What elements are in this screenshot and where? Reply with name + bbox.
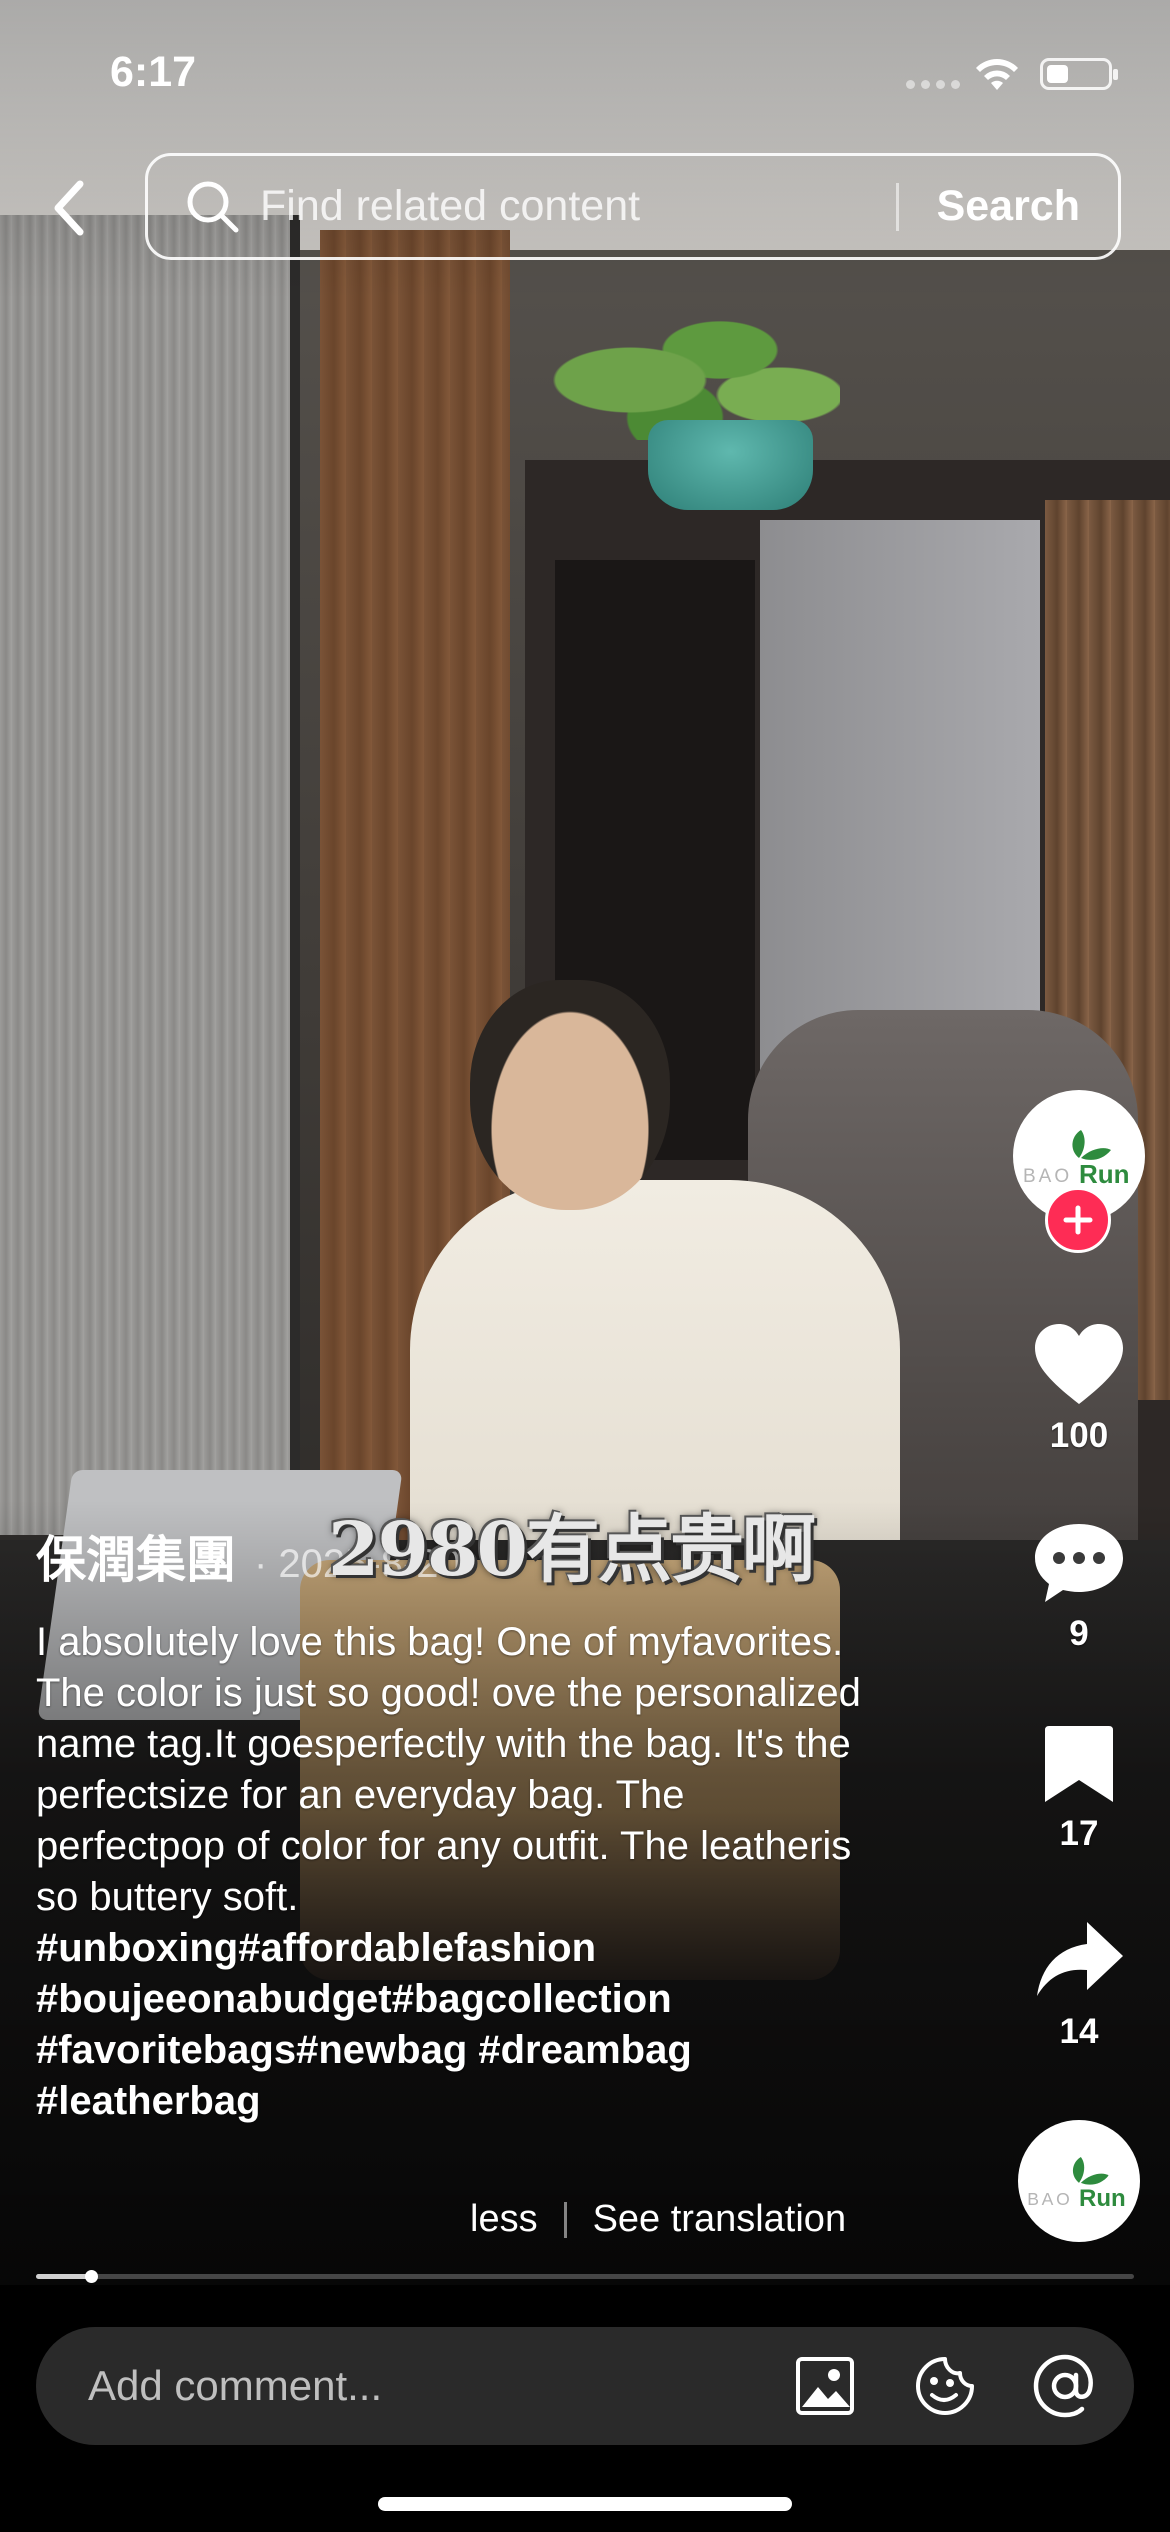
baorun-logo-icon: BAO Run: [1027, 2156, 1126, 2212]
author-name[interactable]: 保潤集團: [36, 1520, 236, 1592]
image-icon[interactable]: [792, 2353, 858, 2419]
search-icon: [184, 178, 242, 236]
share-arrow-icon: [1037, 1922, 1123, 1996]
video-scene-plant-pot: [648, 420, 813, 510]
avatar-text-run: Run: [1079, 1159, 1130, 1189]
back-button[interactable]: [40, 168, 100, 248]
video-overlay-caption: 2980有点贵啊: [328, 1507, 816, 1593]
mention-at-icon[interactable]: [1032, 2353, 1098, 2419]
share-button[interactable]: 14: [1020, 1918, 1138, 2052]
save-count: 17: [1059, 1814, 1099, 1853]
disc-text-bao: BAO: [1027, 2189, 1072, 2209]
video-progress-handle[interactable]: [84, 2270, 98, 2283]
search-button[interactable]: Search: [899, 182, 1118, 231]
save-button[interactable]: 17: [1020, 1722, 1138, 1854]
battery-level: [1047, 65, 1068, 83]
like-button[interactable]: 100: [1020, 1322, 1138, 1456]
video-progress-fill: [36, 2274, 91, 2279]
comment-input[interactable]: Add comment...: [36, 2327, 1134, 2445]
like-count: 100: [1049, 1416, 1109, 1455]
video-progress-bar[interactable]: [36, 2270, 1134, 2283]
home-indicator[interactable]: [378, 2497, 792, 2511]
comment-bar: Add comment...: [0, 2285, 1170, 2532]
baorun-logo-icon: BAO Run: [1023, 1130, 1130, 1189]
hashtag-list[interactable]: #unboxing#affordablefashion #boujeeonabu…: [36, 1926, 692, 2123]
video-description[interactable]: I absolutely love this bag! One of myfav…: [36, 1617, 866, 2127]
less-button[interactable]: less: [470, 2198, 538, 2241]
comment-placeholder[interactable]: Add comment...: [88, 2362, 792, 2410]
bookmark-icon: [1045, 1726, 1113, 1802]
video-scene-person-head: [470, 980, 670, 1210]
search-input[interactable]: Find related content: [260, 182, 896, 231]
description-text: I absolutely love this bag! One of myfav…: [36, 1620, 861, 1919]
comment-count: 9: [1069, 1614, 1089, 1653]
comment-button[interactable]: 9: [1020, 1520, 1138, 1654]
sticker-emoji-icon[interactable]: [912, 2353, 978, 2419]
comment-bubble-icon: [1035, 1524, 1123, 1602]
disc-text-run: Run: [1079, 2185, 1126, 2212]
battery-icon: [1040, 58, 1118, 90]
search-bar[interactable]: Find related content Search: [145, 153, 1121, 260]
chevron-left-icon: [54, 180, 84, 236]
video-scene-plant: [540, 290, 840, 440]
plus-icon: [1063, 1205, 1093, 1235]
video-scene-glass-door: [0, 215, 300, 1535]
sound-disc[interactable]: BAO Run: [1018, 2120, 1140, 2242]
status-time: 6:17: [110, 48, 197, 96]
wifi-icon: [972, 54, 1022, 94]
caption-actions: less See translation: [470, 2198, 846, 2241]
heart-icon: [1035, 1324, 1123, 1404]
caption-actions-divider: [563, 2201, 567, 2238]
cellular-signal-icon: [906, 80, 960, 89]
share-count: 14: [1059, 2012, 1099, 2051]
see-translation-button[interactable]: See translation: [593, 2198, 847, 2241]
follow-button[interactable]: [1045, 1187, 1111, 1253]
avatar-text-bao: BAO: [1023, 1166, 1072, 1187]
